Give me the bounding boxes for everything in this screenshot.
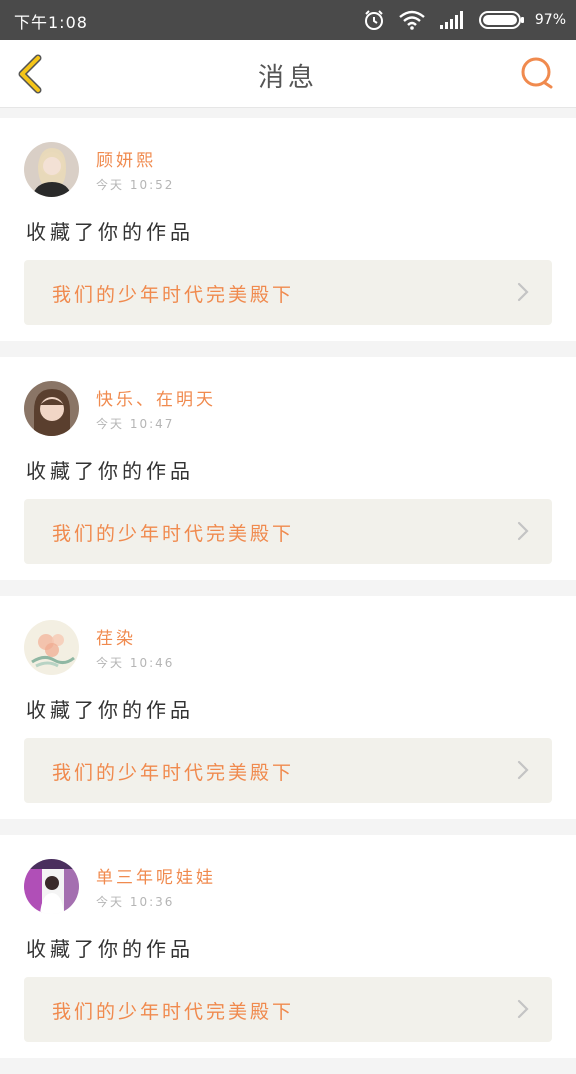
message-action: 收藏了你的作品 bbox=[26, 220, 194, 244]
work-link[interactable]: 我们的少年时代完美殿下 bbox=[24, 738, 552, 803]
message-card: 顾妍熙 今天 10:52 收藏了你的作品 我们的少年时代完美殿下 bbox=[0, 118, 576, 341]
search-button[interactable] bbox=[518, 54, 558, 94]
status-icons: 97% bbox=[363, 8, 566, 32]
nav-bar: 消息 bbox=[0, 40, 576, 108]
avatar[interactable] bbox=[24, 859, 79, 914]
status-bar: 下午1:08 97% bbox=[0, 0, 576, 40]
chevron-right-icon bbox=[517, 760, 529, 780]
work-link[interactable]: 我们的少年时代完美殿下 bbox=[24, 499, 552, 564]
work-title: 我们的少年时代完美殿下 bbox=[52, 762, 295, 784]
wifi-icon bbox=[399, 10, 425, 30]
battery-icon bbox=[478, 11, 524, 29]
message-action: 收藏了你的作品 bbox=[26, 698, 194, 722]
work-link[interactable]: 我们的少年时代完美殿下 bbox=[24, 260, 552, 325]
message-time: 今天 10:52 bbox=[96, 178, 175, 192]
alarm-icon bbox=[364, 10, 383, 30]
avatar-icon bbox=[24, 142, 79, 197]
work-link[interactable]: 我们的少年时代完美殿下 bbox=[24, 977, 552, 1042]
avatar-icon bbox=[24, 859, 79, 914]
work-title: 我们的少年时代完美殿下 bbox=[52, 523, 295, 545]
message-time: 今天 10:36 bbox=[96, 895, 175, 909]
message-action: 收藏了你的作品 bbox=[26, 937, 194, 961]
avatar[interactable] bbox=[24, 381, 79, 436]
avatar[interactable] bbox=[24, 620, 79, 675]
username[interactable]: 单三年呢娃娃 bbox=[96, 863, 216, 888]
username[interactable]: 快乐、在明天 bbox=[96, 385, 216, 410]
work-title: 我们的少年时代完美殿下 bbox=[52, 284, 295, 306]
message-list: 顾妍熙 今天 10:52 收藏了你的作品 我们的少年时代完美殿下 快乐、在明天 … bbox=[0, 118, 576, 1074]
username[interactable]: 荏染 bbox=[96, 624, 136, 649]
signal-icon bbox=[439, 11, 463, 29]
search-icon bbox=[521, 57, 553, 89]
page-title: 消息 bbox=[257, 63, 318, 93]
username[interactable]: 顾妍熙 bbox=[96, 146, 156, 171]
message-card: 快乐、在明天 今天 10:47 收藏了你的作品 我们的少年时代完美殿下 bbox=[0, 357, 576, 580]
work-title: 我们的少年时代完美殿下 bbox=[52, 1001, 295, 1023]
message-time: 今天 10:47 bbox=[96, 417, 175, 431]
message-card: 荏染 今天 10:46 收藏了你的作品 我们的少年时代完美殿下 bbox=[0, 596, 576, 819]
message-action: 收藏了你的作品 bbox=[26, 459, 194, 483]
chevron-right-icon bbox=[517, 521, 529, 541]
avatar[interactable] bbox=[24, 142, 79, 197]
battery-percentage: 97% bbox=[534, 12, 566, 28]
chevron-right-icon bbox=[517, 999, 529, 1019]
avatar-icon bbox=[24, 381, 79, 436]
avatar-icon bbox=[24, 620, 79, 675]
message-card: 单三年呢娃娃 今天 10:36 收藏了你的作品 我们的少年时代完美殿下 bbox=[0, 835, 576, 1058]
message-time: 今天 10:46 bbox=[96, 656, 175, 670]
status-time: 下午1:08 bbox=[14, 13, 88, 32]
chevron-right-icon bbox=[517, 282, 529, 302]
